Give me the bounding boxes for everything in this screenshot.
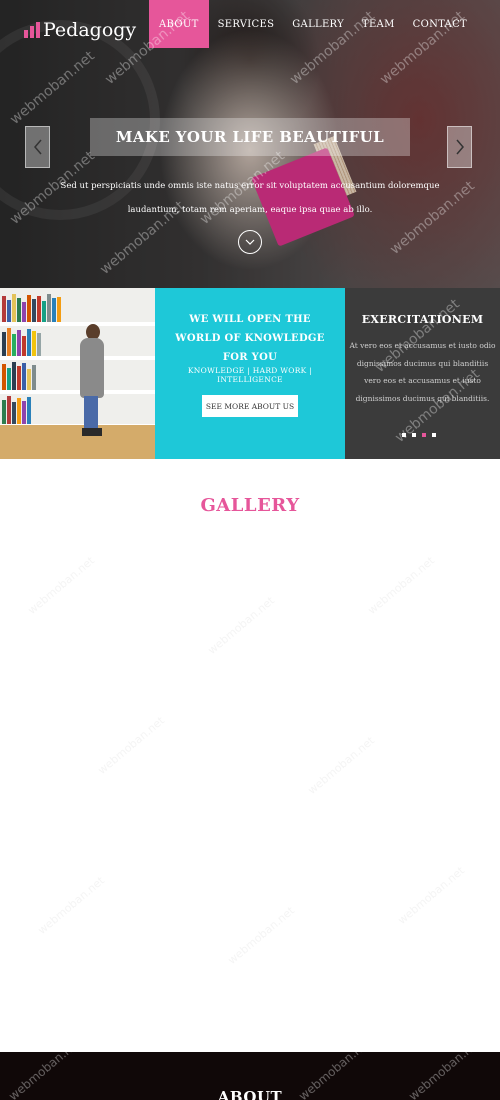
- chevron-down-icon: [245, 239, 255, 245]
- watermark: webmoban.net: [395, 864, 467, 927]
- bookshelf-row: [2, 292, 62, 322]
- exercitationem-text: At vero eos et accusamus et iusto odio d…: [349, 341, 496, 403]
- nav-contact[interactable]: CONTACT: [404, 0, 476, 48]
- library-floor: [0, 425, 155, 459]
- exercitationem-title: EXERCITATIONEM: [361, 313, 484, 326]
- about-section: ABOUT webmoban.net webmoban.net webmoban…: [0, 1035, 500, 1100]
- watermark: webmoban.net: [365, 554, 437, 617]
- slider-prev-button[interactable]: [25, 126, 50, 168]
- hero-subtitle: Sed ut perspiciatis unde omnis iste natu…: [60, 181, 440, 215]
- carousel-dot-active[interactable]: [422, 433, 426, 437]
- carousel-dots: [402, 433, 442, 437]
- main-nav: ABOUT SERVICES GALLERY TEAM CONTACT: [149, 0, 476, 48]
- chevron-left-icon: [33, 139, 42, 155]
- reader-boots: [82, 428, 102, 436]
- scroll-down-button[interactable]: [238, 230, 262, 254]
- exercitationem-panel: EXERCITATIONEM At vero eos et accusamus …: [345, 288, 500, 459]
- see-more-button[interactable]: SEE MORE ABOUT US: [202, 395, 298, 417]
- about-title: ABOUT: [217, 1088, 283, 1100]
- bookshelf-row: [2, 394, 32, 424]
- watermark: webmoban.net: [25, 554, 97, 617]
- library-photo: [0, 288, 155, 459]
- logo[interactable]: Pedagogy: [24, 18, 136, 42]
- slider-next-button[interactable]: [447, 126, 472, 168]
- nav-services[interactable]: SERVICES: [209, 0, 284, 48]
- carousel-dot[interactable]: [412, 433, 416, 437]
- bookshelf-row: [2, 326, 42, 356]
- knowledge-tags: KNOWLEDGE | HARD WORK | INTELLIGENCE: [187, 366, 313, 384]
- reader-body: [80, 338, 104, 398]
- watermark: webmoban.net: [225, 904, 297, 967]
- hero-title-box: MAKE YOUR LIFE BEAUTIFUL: [90, 118, 410, 156]
- reader-legs: [84, 396, 98, 432]
- bookshelf-row: [2, 360, 37, 390]
- gallery-title: GALLERY: [200, 495, 300, 516]
- knowledge-title: WE WILL OPEN THE WORLD OF KNOWLEDGE FOR …: [175, 314, 325, 363]
- nav-about[interactable]: ABOUT: [149, 0, 209, 48]
- watermark: webmoban.net: [35, 874, 107, 937]
- chevron-right-icon: [455, 139, 464, 155]
- nav-gallery[interactable]: GALLERY: [283, 0, 353, 48]
- hero-title: MAKE YOUR LIFE BEAUTIFUL: [115, 128, 385, 146]
- hero-banner: Pedagogy ABOUT SERVICES GALLERY TEAM CON…: [0, 0, 500, 288]
- watermark: webmoban.net: [95, 714, 167, 777]
- knowledge-panel: WE WILL OPEN THE WORLD OF KNOWLEDGE FOR …: [155, 288, 345, 459]
- logo-bars-icon: [24, 22, 40, 38]
- logo-text: Pedagogy: [43, 19, 137, 41]
- watermark: webmoban.net: [305, 734, 377, 797]
- watermark: webmoban.net: [205, 594, 277, 657]
- nav-team[interactable]: TEAM: [353, 0, 404, 48]
- gallery-section: GALLERY webmoban.net webmoban.net webmob…: [0, 459, 500, 1052]
- carousel-dot[interactable]: [402, 433, 406, 437]
- carousel-dot[interactable]: [432, 433, 436, 437]
